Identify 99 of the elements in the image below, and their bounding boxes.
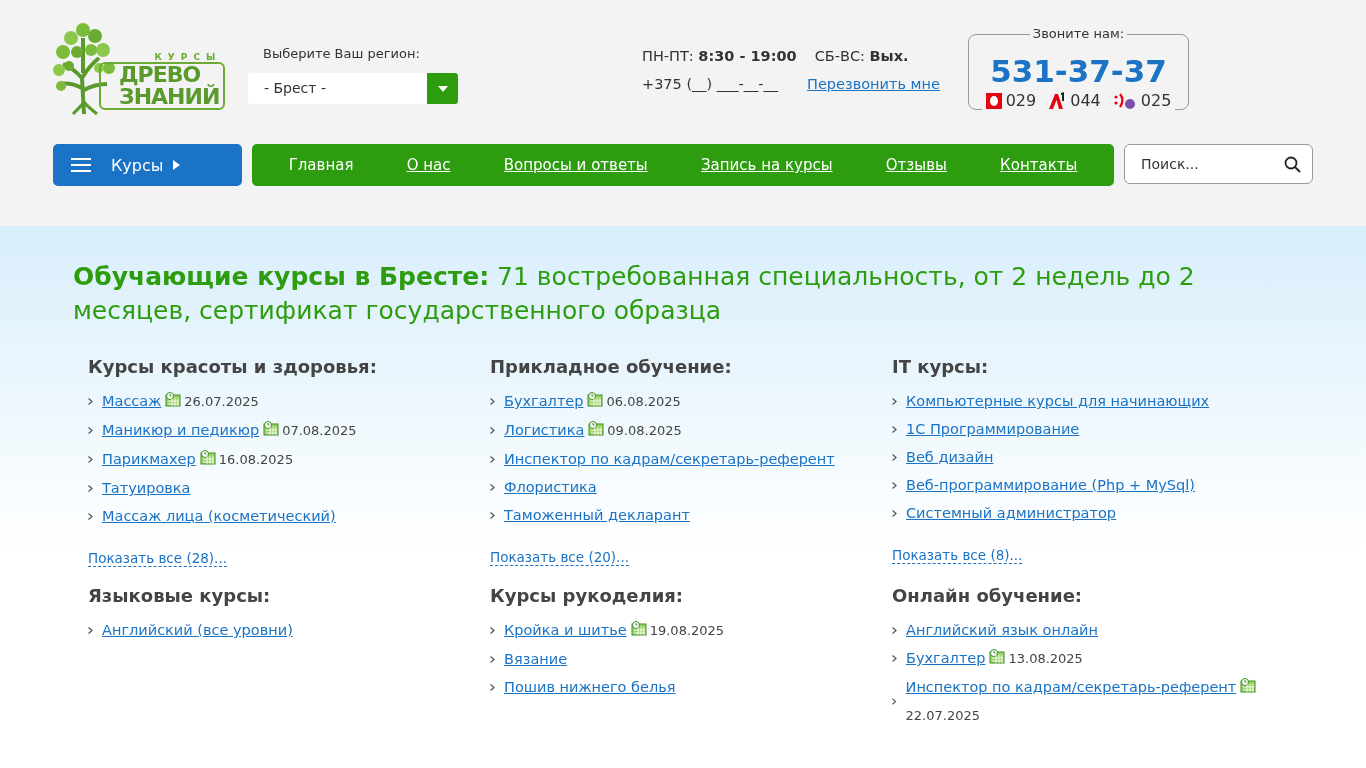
- menu-icon: [71, 157, 91, 173]
- chevron-icon: [490, 398, 495, 405]
- chevron-icon: [88, 626, 93, 634]
- chevron-icon: [88, 512, 93, 520]
- course-link[interactable]: Бухгалтер: [504, 393, 584, 409]
- search-icon: [1284, 156, 1301, 173]
- search-field[interactable]: Поиск...: [1124, 144, 1313, 184]
- show-all-link[interactable]: Показать все (8)...: [892, 547, 1023, 564]
- nav-link[interactable]: Вопросы и ответы: [503, 156, 648, 174]
- chevron-icon: [88, 398, 93, 405]
- nav-link[interactable]: Контакты: [1000, 156, 1078, 174]
- course-date: 16.08.2025: [218, 452, 294, 467]
- chevron-icon: [490, 483, 495, 491]
- course-link[interactable]: Веб-программирование (Php + MySql): [906, 477, 1195, 493]
- course-link[interactable]: Логистика: [504, 422, 585, 438]
- chevron-icon: [490, 655, 495, 663]
- course-link[interactable]: Парикмахер: [102, 451, 196, 467]
- calendar-icon: [630, 621, 647, 636]
- nav-link[interactable]: Отзывы: [885, 156, 947, 174]
- calendar-icon: [587, 392, 604, 407]
- course-link[interactable]: Таможенный декларант: [504, 507, 690, 523]
- chevron-icon: [88, 456, 93, 463]
- calendar-icon: [263, 421, 280, 436]
- chevron-icon: [490, 427, 495, 434]
- chevron-icon: [892, 509, 897, 517]
- course-date: 09.08.2025: [607, 423, 682, 438]
- caret-icon: [173, 160, 181, 170]
- course-link[interactable]: Инспектор по кадрам/секретарь-референт: [905, 679, 1237, 695]
- caret-icon: [437, 85, 448, 92]
- working-hours: ПН-ПТ: 8:30 - 19:00: [642, 48, 797, 64]
- course-date: 19.08.2025: [649, 623, 725, 638]
- show-all-link[interactable]: Показать все (28)...: [88, 550, 227, 567]
- course-link[interactable]: Массаж: [102, 393, 162, 409]
- phone-number[interactable]: 531-37-37: [990, 53, 1167, 89]
- calendar-icon: [989, 649, 1006, 664]
- call-box-legend: Звоните нам:: [1029, 26, 1128, 41]
- chevron-icon: [892, 397, 897, 405]
- phone-input[interactable]: +375 (__) ___-__-__: [642, 76, 789, 92]
- chevron-icon: [490, 455, 495, 463]
- section-title: Языковые курсы:: [88, 585, 272, 606]
- calendar-icon: [165, 392, 182, 407]
- logo-caption: КУРСЫ: [154, 52, 222, 62]
- operator-code: 044: [1070, 91, 1101, 110]
- chevron-icon: [490, 627, 495, 634]
- logo[interactable]: КУРСЫ ДРЕВО ЗНАНИЙ: [53, 18, 248, 116]
- chevron-icon: [892, 698, 897, 705]
- course-date: 07.08.2025: [282, 423, 357, 438]
- chevron-icon: [88, 427, 93, 434]
- course-link[interactable]: Массаж лица (косметический): [102, 508, 336, 524]
- course-link[interactable]: Маникюр и педикюр: [102, 422, 260, 438]
- course-link[interactable]: Веб дизайн: [906, 449, 994, 465]
- region-label: Выберите Ваш регион:: [262, 46, 421, 61]
- calendar-icon: [588, 421, 605, 436]
- course-date: 22.07.2025: [905, 708, 980, 723]
- nav-link[interactable]: О нас: [406, 156, 451, 174]
- course-link[interactable]: Английский язык онлайн: [906, 622, 1098, 638]
- working-hours: СБ-ВС: Вых.: [814, 48, 909, 64]
- section-title: IT курсы:: [892, 356, 990, 377]
- chevron-icon: [892, 481, 897, 489]
- callback-link[interactable]: Перезвонить мне: [807, 76, 940, 92]
- course-link[interactable]: Татуировка: [102, 480, 191, 496]
- course-link[interactable]: Системный администратор: [906, 505, 1116, 521]
- operator-logo-icon: [1112, 91, 1137, 110]
- page-heading: Обучающие курсы в Бресте: 71 востребованная специальность, от 2 недель до 2 месяцев, сертификат государственного образца: [73, 261, 1196, 327]
- chevron-icon: [892, 453, 897, 461]
- calendar-icon: [1240, 678, 1257, 693]
- course-link[interactable]: Инспектор по кадрам/секретарь-референт: [504, 451, 835, 467]
- chevron-icon: [88, 484, 93, 492]
- courses-menu-button[interactable]: Курсы: [53, 144, 242, 186]
- chevron-icon: [892, 655, 897, 662]
- nav-link[interactable]: Главная: [288, 156, 354, 174]
- show-all-link[interactable]: Показать все (20)...: [490, 549, 629, 566]
- chevron-icon: [892, 425, 897, 433]
- course-link[interactable]: Вязание: [504, 651, 568, 667]
- operator-logo-icon: [1048, 91, 1067, 110]
- course-link[interactable]: 1С Программирование: [906, 421, 1080, 437]
- chevron-icon: [490, 511, 495, 519]
- section-title: Прикладное обучение:: [490, 356, 733, 377]
- course-link[interactable]: Английский (все уровни): [102, 622, 293, 638]
- course-link[interactable]: Флористика: [504, 479, 597, 495]
- chevron-icon: [892, 626, 897, 634]
- course-link[interactable]: Компьютерные курсы для начинающих: [906, 393, 1210, 409]
- course-date: 13.08.2025: [1008, 651, 1083, 666]
- region-select[interactable]: - Брест -: [248, 73, 458, 104]
- operator-code: 025: [1140, 91, 1172, 110]
- nav-link[interactable]: Запись на курсы: [700, 156, 833, 174]
- operator-code: 029: [1005, 91, 1037, 110]
- course-date: 26.07.2025: [184, 394, 259, 409]
- logo-title: ЗНАНИЙ: [119, 86, 220, 108]
- course-link[interactable]: Пошив нижнего белья: [504, 679, 676, 695]
- section-title: Курсы красоты и здоровья:: [88, 356, 378, 377]
- logo-title: ДРЕВО: [119, 64, 201, 86]
- section-title: Курсы рукоделия:: [490, 585, 685, 606]
- course-link[interactable]: Бухгалтер: [906, 650, 986, 666]
- course-date: 06.08.2025: [606, 394, 681, 409]
- chevron-icon: [490, 683, 495, 691]
- calendar-icon: [199, 450, 216, 465]
- section-title: Онлайн обучение:: [892, 585, 1084, 606]
- course-link[interactable]: Кройка и шитье: [504, 622, 627, 638]
